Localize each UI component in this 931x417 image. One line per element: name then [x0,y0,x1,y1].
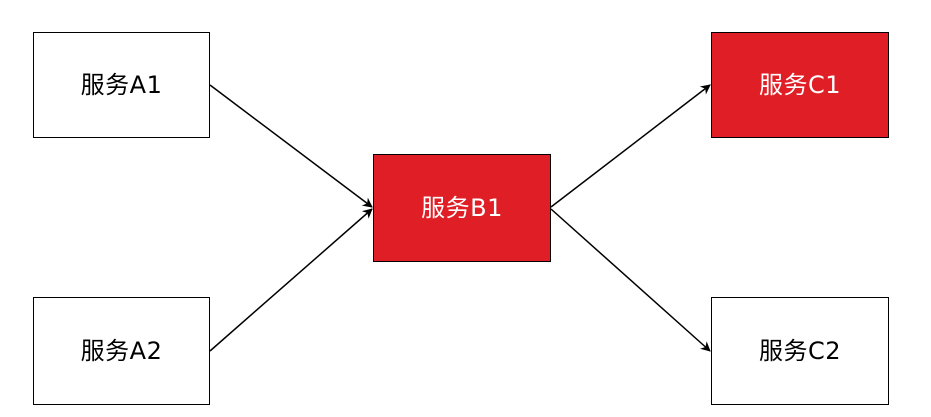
node-label: 服务A1 [80,71,163,99]
node-label: 服务C1 [758,71,842,99]
node-service-a2: 服务A2 [33,297,210,405]
service-dependency-diagram: 服务A1 服务A2 服务B1 服务C1 服务C2 [0,0,931,417]
node-service-c1: 服务C1 [711,32,889,138]
edge-a1-b1 [209,84,373,208]
edge-b1-c2 [550,208,711,352]
edge-a2-b1 [209,208,373,352]
node-label: 服务A2 [80,337,163,365]
node-service-c2: 服务C2 [711,297,889,405]
node-service-a1: 服务A1 [33,32,210,138]
edge-b1-c1 [550,84,711,208]
node-label: 服务C2 [758,337,842,365]
node-label: 服务B1 [421,194,503,222]
node-service-b1: 服务B1 [373,154,551,262]
